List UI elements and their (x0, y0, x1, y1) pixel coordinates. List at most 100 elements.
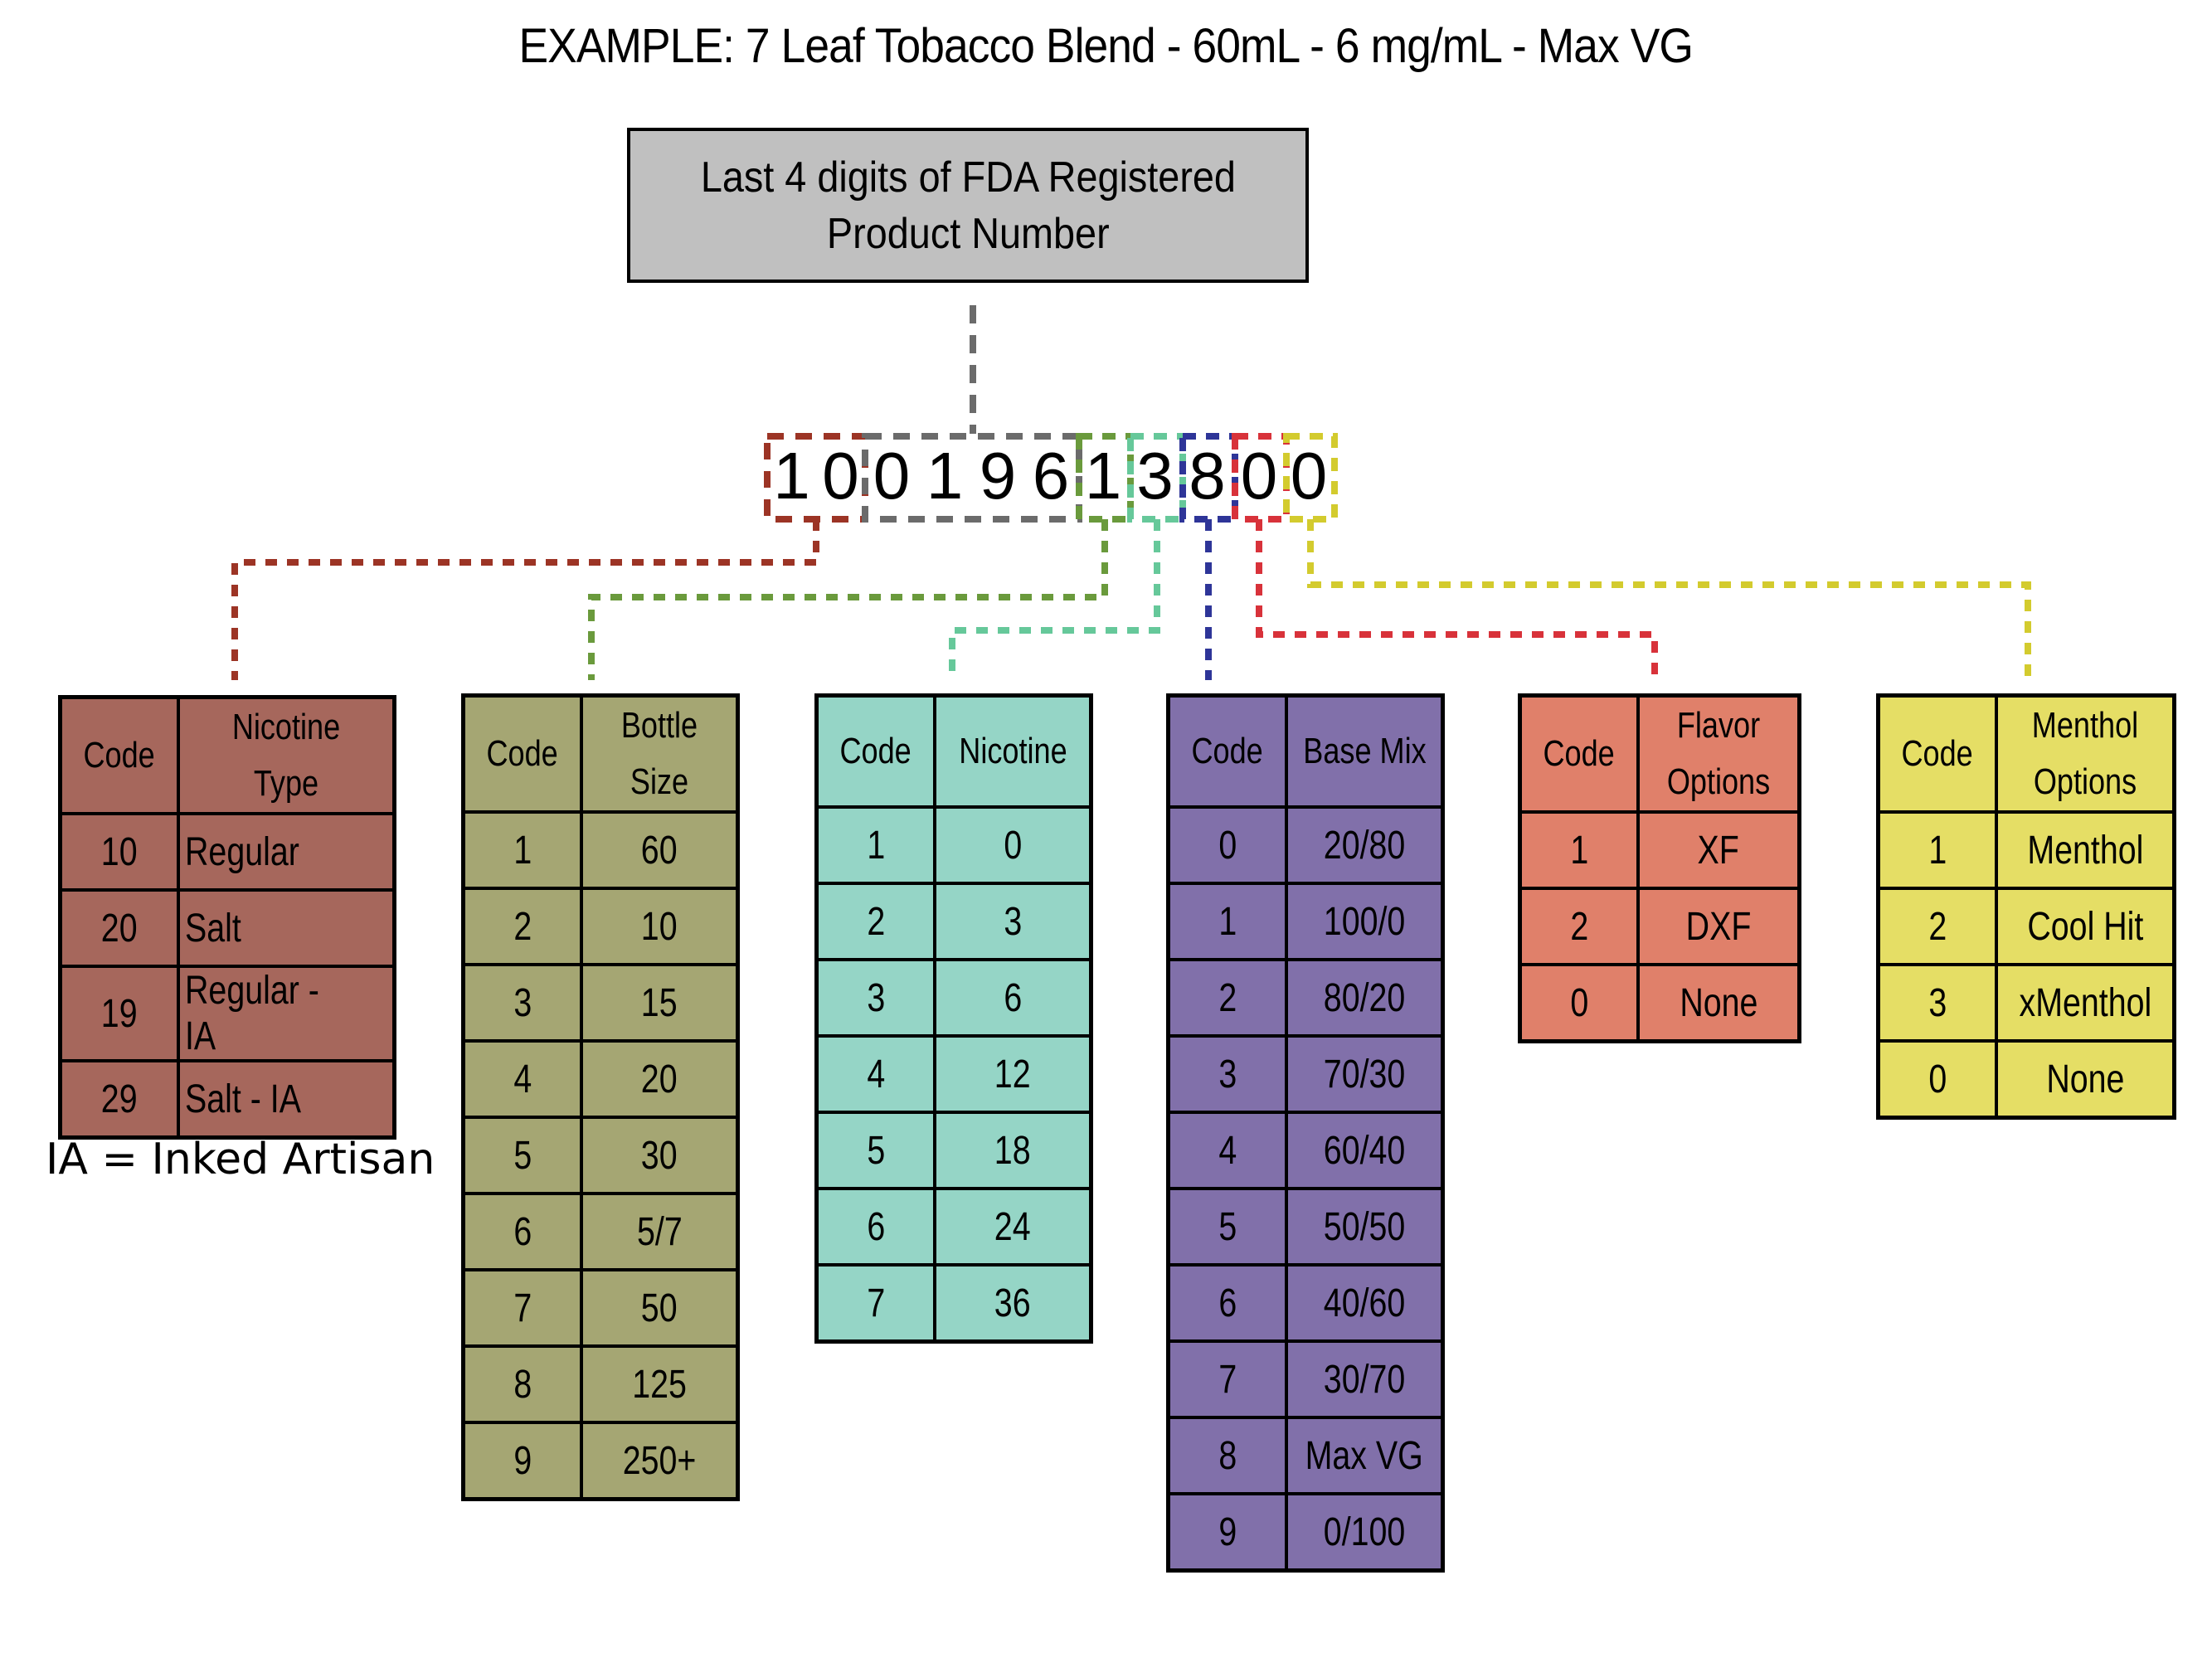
cell-value: Salt - IA (177, 1059, 396, 1140)
cell-value: 70/30 (1285, 1034, 1445, 1114)
cell-text: 19 (101, 991, 138, 1036)
cell-text: 125 (632, 1362, 687, 1407)
cell-code: 7 (814, 1263, 936, 1344)
cell-text: 15 (641, 980, 678, 1025)
cell-value: 50/50 (1285, 1187, 1445, 1266)
cell-text: Cool Hit (2027, 904, 2143, 949)
cell-code: 1 (461, 810, 583, 890)
table-row: 5 18 (814, 1111, 1093, 1190)
cell-code: 7 (1166, 1339, 1288, 1419)
table-row: 23 (814, 882, 1093, 961)
cell-text: XF (1697, 828, 1740, 873)
table-header-row: Code Nicotine Type (58, 695, 396, 815)
header-label: Code (1191, 731, 1264, 771)
cell-text: 10 (641, 904, 678, 949)
cell-text: None (2045, 1057, 2125, 1101)
cell-value: 18 (933, 1111, 1093, 1190)
table-row: 1 100/0 (1166, 882, 1445, 961)
code-digit: 0 (873, 438, 911, 513)
cell-text: 29 (101, 1077, 138, 1121)
cell-value: 80/20 (1285, 958, 1445, 1038)
cell-code: 6 (814, 1187, 936, 1266)
product-code: 1 0 0 1 9 6 1 3 8 0 0 (767, 434, 1335, 518)
table-row: 7 36 (814, 1263, 1093, 1344)
cell-code: 9 (461, 1421, 583, 1501)
table-row: 1 Menthol (1876, 810, 2176, 890)
cell-text: 50/50 (1323, 1204, 1406, 1249)
table-row: 10 (814, 805, 1093, 885)
cell-text: 3 (1218, 1052, 1237, 1096)
table-flavor-options: Code Flavor Options 1 XF 2 DXF 0 None (1518, 693, 1801, 1043)
table-row: 8 125 (461, 1344, 740, 1424)
cell-code: 20 (58, 888, 180, 968)
table-menthol-options: Code Menthol Options 1 Menthol 2 Cool Hit 3 xMe… (1876, 693, 2176, 1120)
cell-code: 3 (461, 963, 583, 1043)
cell-code: 8 (1166, 1416, 1288, 1495)
cell-text: 1 (867, 823, 885, 868)
code-digit: 9 (979, 438, 1017, 513)
table-row: 7 30/70 (1166, 1339, 1445, 1419)
table-row: 0 None (1518, 963, 1801, 1043)
cell-code: 4 (461, 1039, 583, 1119)
header-code: Code (1518, 693, 1640, 814)
cell-text: 40/60 (1323, 1281, 1406, 1325)
cell-value: xMenthol (1995, 963, 2176, 1043)
cell-text: 7 (1218, 1357, 1237, 1402)
table-row: 5 50/50 (1166, 1187, 1445, 1266)
cell-text: 1 (1218, 899, 1237, 944)
cell-value: Salt (177, 888, 396, 968)
cell-text: 2 (513, 904, 532, 949)
cell-code: 4 (1166, 1111, 1288, 1190)
cell-text: Max VG (1305, 1433, 1424, 1478)
cell-text: 6 (1004, 975, 1022, 1020)
header-label: Code (83, 735, 156, 775)
cell-text: 9 (513, 1438, 532, 1483)
table-row: 6 5/7 (461, 1192, 740, 1271)
table-row: 2 80/20 (1166, 958, 1445, 1038)
cell-code: 2 (1876, 887, 1998, 966)
table-row: 3 xMenthol (1876, 963, 2176, 1043)
cell-code: 1 (814, 805, 936, 885)
cell-text: 0 (1004, 823, 1022, 868)
cell-text: 2 (867, 899, 885, 944)
cell-text: 5 (513, 1133, 532, 1178)
table-row: 6 40/60 (1166, 1263, 1445, 1343)
cell-text: Salt - IA (185, 1077, 301, 1121)
cell-code: 0 (1518, 963, 1640, 1043)
table-row: 8 Max VG (1166, 1416, 1445, 1495)
cell-text: 12 (994, 1052, 1031, 1096)
cell-text: 9 (1218, 1510, 1237, 1554)
table-row: 36 (814, 958, 1093, 1038)
table-row: 4 12 (814, 1034, 1093, 1114)
cell-text: 1 (1570, 828, 1588, 873)
cell-text: 24 (994, 1204, 1031, 1249)
cell-code: 7 (461, 1268, 583, 1348)
cell-text: None (1679, 980, 1758, 1025)
connector-flavor (1256, 519, 1658, 680)
cell-value: 20/80 (1285, 805, 1445, 885)
cell-text: 4 (1218, 1128, 1237, 1173)
cell-value: Max VG (1285, 1416, 1445, 1495)
cell-value: 60/40 (1285, 1111, 1445, 1190)
header-label: Code (1901, 733, 1974, 774)
table-header-row: Code Menthol Options (1876, 693, 2176, 814)
cell-value: XF (1636, 810, 1801, 890)
header-value: Bottle Size (580, 693, 740, 814)
code-digit: 1 (1084, 438, 1122, 513)
cell-code: 4 (814, 1034, 936, 1114)
code-digit: 1 (773, 438, 810, 513)
cell-code: 6 (461, 1192, 583, 1271)
cell-value: 36 (933, 1263, 1093, 1344)
cell-text: Regular (185, 829, 299, 874)
cell-code: 9 (1166, 1492, 1288, 1573)
cell-text: 0 (1570, 980, 1588, 1025)
code-digit: 3 (1136, 438, 1174, 513)
table-row: 6 24 (814, 1187, 1093, 1266)
cell-value: 40/60 (1285, 1263, 1445, 1343)
table-row: 2 DXF (1518, 887, 1801, 966)
table-row: 29 Salt - IA (58, 1059, 396, 1140)
header-label: Flavor Options (1666, 705, 1771, 802)
table-row: 5 30 (461, 1116, 740, 1195)
cell-value: 125 (580, 1344, 740, 1424)
table-header-row: Code Flavor Options (1518, 693, 1801, 814)
